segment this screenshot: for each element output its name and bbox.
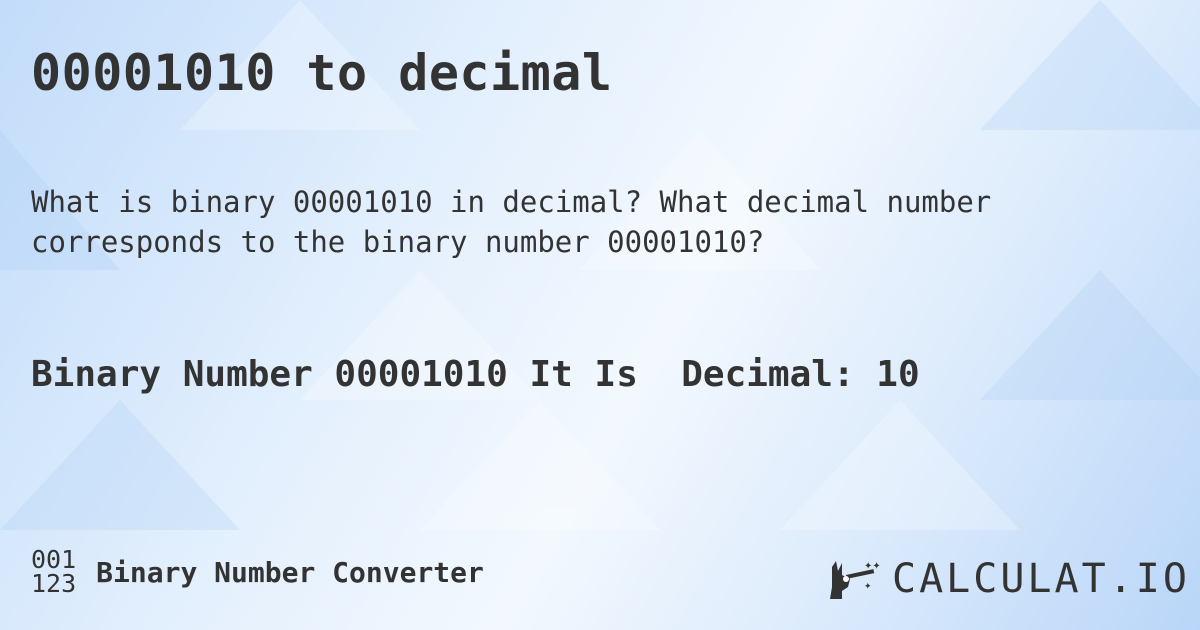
converter-link[interactable]: 001 123 Binary Number Converter	[31, 547, 484, 598]
svg-text:✦: ✦	[864, 582, 872, 592]
answer-text: Binary Number 00001010 It Is Decimal: 10	[31, 354, 920, 395]
calculat-logo[interactable]: ✦✦ ✦ CALCULAT.IO	[828, 556, 1190, 602]
question-text: What is binary 00001010 in decimal? What…	[31, 185, 992, 259]
svg-text:✦✦: ✦✦	[864, 561, 881, 572]
logo-text: CALCULAT.IO	[892, 556, 1190, 602]
magic-hand-icon: ✦✦ ✦	[830, 561, 881, 599]
page-title: 00001010 to decimal	[31, 44, 613, 102]
binary-icon-bottom: 123	[31, 569, 77, 598]
binary-icon: 001 123	[31, 547, 77, 598]
converter-label: Binary Number Converter	[96, 555, 484, 589]
